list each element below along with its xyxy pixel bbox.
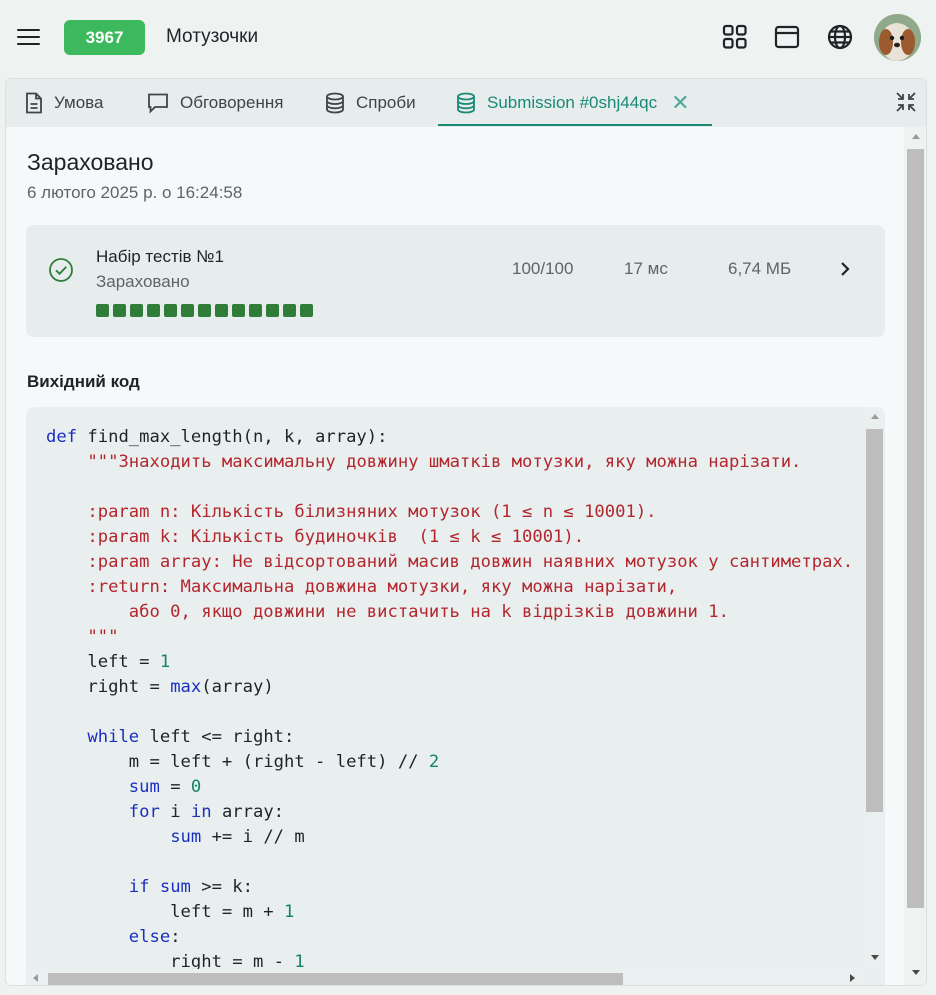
problem-title: Мотузочки bbox=[166, 26, 259, 47]
code-vertical-scrollbar[interactable] bbox=[865, 407, 885, 972]
chevron-right-icon[interactable] bbox=[838, 260, 852, 278]
database-icon bbox=[457, 92, 475, 114]
test-passed-indicator[interactable] bbox=[164, 304, 177, 317]
test-passed-indicator[interactable] bbox=[147, 304, 160, 317]
test-passed-indicator[interactable] bbox=[300, 304, 313, 317]
code-line: while left <= right: bbox=[87, 727, 295, 747]
code-viewer[interactable]: def find_max_length(n, k, array): """Зна… bbox=[26, 407, 885, 985]
scrollbar-thumb[interactable] bbox=[907, 149, 924, 908]
globe-icon[interactable] bbox=[827, 24, 853, 50]
scrollbar-thumb[interactable] bbox=[48, 973, 623, 985]
code-line: for i in array: bbox=[128, 802, 285, 822]
close-icon[interactable]: ✕ bbox=[671, 92, 689, 114]
scrollbar-thumb[interactable] bbox=[866, 429, 883, 812]
code-line: sum += i // m bbox=[170, 827, 305, 847]
document-icon bbox=[26, 92, 42, 114]
check-circle-icon bbox=[49, 258, 73, 282]
code-line: або 0, якщо довжини не вистачить на k ві… bbox=[46, 602, 729, 622]
code-line: :param n: Кількість білизняних мотузок (… bbox=[46, 502, 657, 522]
verdict-title: Зараховано bbox=[27, 149, 154, 175]
test-passed-indicator[interactable] bbox=[113, 304, 126, 317]
tab-label: Умова bbox=[54, 93, 104, 112]
code-line: sum = 0 bbox=[128, 777, 202, 797]
code-horizontal-scrollbar[interactable] bbox=[26, 969, 865, 985]
test-group-name: Набір тестів №1 bbox=[96, 247, 224, 266]
test-passed-indicator[interactable] bbox=[266, 304, 279, 317]
test-passed-indicator[interactable] bbox=[181, 304, 194, 317]
code-line: left = 1 bbox=[46, 652, 171, 672]
tab-label: Submission #0shj44qc bbox=[487, 93, 658, 112]
tab-discussion[interactable]: Обговорення bbox=[146, 79, 283, 127]
test-group-status: Зараховано bbox=[96, 272, 190, 291]
tab-submission[interactable]: Submission #0shj44qc ✕ bbox=[455, 79, 690, 127]
scroll-left-arrow-icon[interactable] bbox=[33, 974, 38, 982]
code-line: """Знаходить максимальну довжину шматків… bbox=[87, 452, 802, 472]
code-line: :return: Максимальна довжина мотузки, як… bbox=[46, 577, 678, 597]
top-bar: 3967 Мотузочки bbox=[0, 0, 936, 76]
code-line: m = left + (right - left) // 2 bbox=[46, 752, 440, 772]
code-line: def find_max_length(n, k, array): bbox=[46, 427, 388, 447]
submission-content: Зараховано 6 лютого 2025 р. о 16:24:58 Н… bbox=[6, 127, 904, 985]
collapse-icon[interactable] bbox=[895, 91, 917, 113]
test-passed-indicator[interactable] bbox=[96, 304, 109, 317]
chat-icon bbox=[148, 93, 168, 114]
window-icon[interactable] bbox=[774, 24, 800, 50]
source-code: def find_max_length(n, k, array): """Зна… bbox=[46, 425, 853, 975]
tab-attempts[interactable]: Спроби bbox=[324, 79, 416, 127]
test-passed-indicator[interactable] bbox=[283, 304, 296, 317]
test-group-memory: 6,74 МБ bbox=[728, 259, 792, 278]
scroll-down-arrow-icon[interactable] bbox=[871, 955, 879, 960]
test-results-indicators bbox=[96, 304, 313, 317]
source-code-title: Вихідний код bbox=[27, 372, 140, 391]
code-line: :param k: Кількість будиночків (1 ≤ k ≤ … bbox=[46, 527, 585, 547]
test-passed-indicator[interactable] bbox=[215, 304, 228, 317]
tab-label: Обговорення bbox=[180, 93, 284, 112]
code-line: right = max(array) bbox=[46, 677, 274, 697]
test-passed-indicator[interactable] bbox=[249, 304, 262, 317]
active-tab-indicator bbox=[438, 124, 712, 126]
tab-statement[interactable]: Умова bbox=[24, 79, 103, 127]
scroll-down-arrow-icon[interactable] bbox=[912, 970, 920, 975]
database-icon bbox=[326, 92, 344, 114]
code-line: if sum >= k: bbox=[128, 877, 253, 897]
submission-panel: Умова Обговорення Спроби Submission #0sh… bbox=[5, 78, 927, 986]
panel-vertical-scrollbar[interactable] bbox=[904, 127, 926, 985]
submission-date: 6 лютого 2025 р. о 16:24:58 bbox=[27, 183, 243, 202]
tab-bar: Умова Обговорення Спроби Submission #0sh… bbox=[6, 79, 926, 127]
scroll-up-arrow-icon[interactable] bbox=[871, 414, 879, 419]
test-group-time: 17 мс bbox=[624, 259, 668, 278]
test-passed-indicator[interactable] bbox=[232, 304, 245, 317]
code-line: """ bbox=[46, 627, 119, 647]
test-passed-indicator[interactable] bbox=[130, 304, 143, 317]
scroll-up-arrow-icon[interactable] bbox=[912, 134, 920, 139]
scroll-right-arrow-icon[interactable] bbox=[850, 974, 855, 982]
menu-icon[interactable] bbox=[17, 27, 41, 47]
test-group-card[interactable]: Набір тестів №1 Зараховано 100/100 17 мс… bbox=[26, 225, 885, 337]
code-line: left = m + 1 bbox=[46, 902, 295, 922]
avatar[interactable] bbox=[874, 14, 921, 61]
tab-label: Спроби bbox=[356, 93, 416, 112]
code-line: else: bbox=[128, 927, 181, 947]
problem-id-badge[interactable]: 3967 bbox=[64, 20, 145, 55]
test-passed-indicator[interactable] bbox=[198, 304, 211, 317]
apps-grid-icon[interactable] bbox=[722, 24, 748, 50]
code-line: :param array: Не відсортований масив дов… bbox=[46, 552, 854, 572]
test-group-score: 100/100 bbox=[512, 259, 574, 278]
